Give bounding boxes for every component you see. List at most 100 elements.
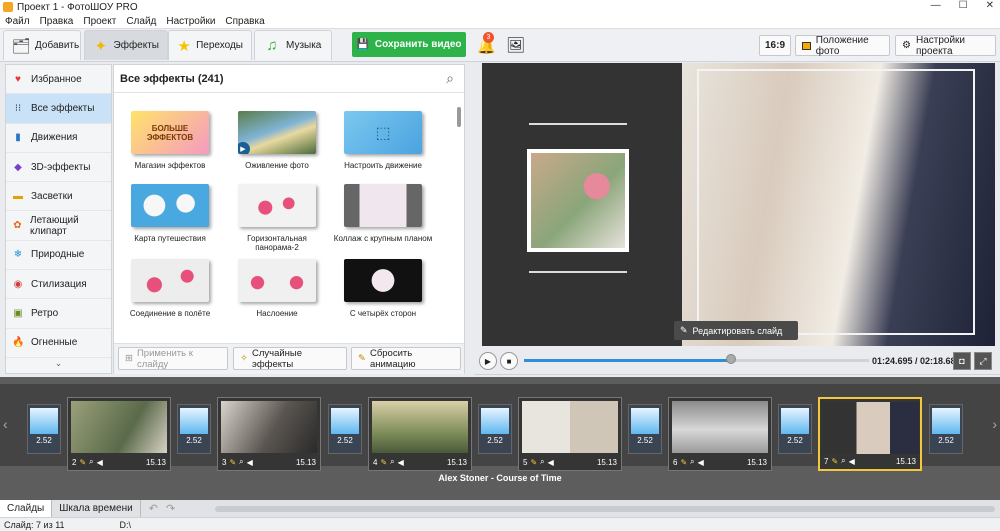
effect-card-four-sides[interactable]: С четырёх сторон [333,259,433,318]
menu-file[interactable]: Файл [0,16,35,27]
edit-icon[interactable]: ✎ [79,458,86,467]
slide-counter: Слайд: 7 из 11 [4,519,65,530]
scroll-left-icon[interactable]: ‹ [3,416,8,432]
random-effects-button[interactable]: ✧ Случайные эффекты [233,347,347,370]
apply-icon: ⊞ [125,353,133,364]
sound-icon[interactable]: ◀ [398,458,404,467]
slide-tile[interactable]: 3 ✎ ⌕ ◀ 15.13 [217,397,321,471]
menu-settings[interactable]: Настройки [161,16,220,27]
menu-project[interactable]: Проект [78,16,121,27]
redo-icon[interactable]: ↷ [166,502,175,515]
slide-tile[interactable]: 4 ✎ ⌕ ◀ 15.13 [368,397,472,471]
edit-icon[interactable]: ✎ [530,458,537,467]
undo-icon[interactable]: ↶ [149,502,158,515]
zoom-icon[interactable]: ⌕ [239,457,243,467]
effect-card-animate[interactable]: ▶ Оживление фото [227,111,327,170]
effects-header: Все эффекты (241) [114,65,464,93]
transition-tile[interactable]: 2.52 [478,404,512,454]
transition-tile[interactable]: 2.52 [628,404,662,454]
chevron-down-icon[interactable]: ⌄ [6,358,111,369]
scroll-right-icon[interactable]: › [992,416,997,432]
progress-handle[interactable] [726,354,736,364]
tab-add[interactable]: 🗂 Добавить [3,30,81,60]
sound-icon[interactable]: ◀ [97,458,103,467]
effect-card-panorama[interactable]: Горизонтальная панорама-2 [227,184,327,252]
add-photos-icon: 🗂 [11,37,31,55]
effects-scrollbar[interactable] [457,107,461,127]
reset-animation-button[interactable]: ✎ Сбросить анимацию [351,347,461,370]
sidebar-item-nature[interactable]: ❄ Природные [6,241,111,271]
transition-tile[interactable]: 2.52 [778,404,812,454]
tab-transitions[interactable]: ★ Переходы [168,30,252,60]
tab-slides[interactable]: Слайды [0,500,53,517]
tab-music[interactable]: ♫ Музыка [254,30,332,60]
transition-tile[interactable]: 2.52 [27,404,61,454]
effects-actions: ⊞ Применить к слайду ✧ Случайные эффекты… [114,343,464,374]
gallery-icon[interactable]: 🖼 [506,36,525,54]
menu-edit[interactable]: Правка [35,16,79,27]
play-button[interactable]: ▶ [479,352,497,370]
sound-icon[interactable]: ◀ [698,458,704,467]
project-settings-button[interactable]: ⚙ Настройки проекта [895,35,996,57]
transition-tile[interactable]: 2.52 [328,404,362,454]
edit-slide-button[interactable]: ✎ Редактировать слайд [674,321,798,340]
minimize-icon[interactable]: — [931,0,941,11]
tab-timeline[interactable]: Шкала времени [52,500,141,517]
save-video-button[interactable]: 💾 Сохранить видео [352,32,466,57]
edit-icon[interactable]: ✎ [831,457,838,466]
maximize-icon[interactable]: ☐ [959,0,968,11]
slide-thumbnail [372,401,468,453]
sidebar-item-stylization[interactable]: ◉ Стилизация [6,270,111,300]
menu-help[interactable]: Справка [220,16,269,27]
close-icon[interactable]: ✕ [986,0,994,11]
zoom-icon[interactable]: ⌕ [841,456,845,466]
effect-card-travel-map[interactable]: Карта путешествия [120,184,220,243]
sidebar-item-all-effects[interactable]: ⁝⁝ Все эффекты [6,94,111,124]
tab-effects[interactable]: ✦ Эффекты [84,30,168,60]
zoom-icon[interactable]: ⌕ [690,457,694,467]
photo-position-button[interactable]: Положение фото [795,35,890,57]
slide-thumbnail [71,401,167,453]
sidebar-item-motion[interactable]: ▮ Движения [6,124,111,153]
bottom-tabs: Слайды Шкала времени ↶ ↷ [0,500,1000,517]
zoom-icon[interactable]: ⌕ [540,457,544,467]
edit-icon[interactable]: ✎ [380,458,387,467]
notifications-button[interactable]: 🔔 3 [477,32,496,55]
music-track[interactable]: Alex Stoner - Course of Time [0,473,1000,491]
effect-card-store[interactable]: БОЛЬШЕ ЭФФЕКТОВ Магазин эффектов [120,111,220,170]
effect-card-flight[interactable]: Соединение в полёте [120,259,220,318]
apply-to-slide-button[interactable]: ⊞ Применить к слайду [118,347,228,370]
slide-tile[interactable]: 5 ✎ ⌕ ◀ 15.13 [518,397,622,471]
sidebar-item-retro[interactable]: ▣ Ретро [6,299,111,329]
slide-tile[interactable]: 2 ✎ ⌕ ◀ 15.13 [67,397,171,471]
slide-tile-selected[interactable]: 7 ✎ ⌕ ◀ 15.13 [818,397,922,471]
transition-tile[interactable]: 2.52 [929,404,963,454]
snapshot-icon[interactable]: ◘ [953,352,971,370]
transition-tile[interactable]: 2.52 [177,404,211,454]
effect-card-collage[interactable]: Коллаж с крупным планом [333,184,433,243]
sound-icon[interactable]: ◀ [548,458,554,467]
timeline-scrollbar[interactable] [215,505,996,512]
sidebar-item-3d[interactable]: ◆ 3D-эффекты [6,153,111,183]
effect-card-custom-motion[interactable]: ⬚ Настроить движение [333,111,433,170]
sound-icon[interactable]: ◀ [247,458,253,467]
sidebar-item-clipart[interactable]: ✿ Летающий клипарт [6,211,111,241]
fullscreen-icon[interactable]: ⤢ [974,352,992,370]
stop-button[interactable]: ■ [500,352,518,370]
zoom-icon[interactable]: ⌕ [390,457,394,467]
slide-tile[interactable]: 6 ✎ ⌕ ◀ 15.13 [668,397,772,471]
aspect-ratio-button[interactable]: 16:9 [759,35,791,56]
edit-icon[interactable]: ✎ [229,458,236,467]
zoom-icon[interactable]: ⌕ [89,457,93,467]
snowflake-icon: ❄ [13,249,23,261]
sound-icon[interactable]: ◀ [849,457,855,466]
notification-badge: 3 [483,32,494,43]
sidebar-item-light[interactable]: ▬ Засветки [6,182,111,212]
sidebar-item-favorites[interactable]: ♥ Избранное [6,65,111,95]
sidebar-item-fire[interactable]: 🔥 Огненные [6,329,111,358]
menu-slide[interactable]: Слайд [121,16,161,27]
edit-icon[interactable]: ✎ [680,458,687,467]
effect-card-layering[interactable]: Наслоение [227,259,327,318]
playback-progress[interactable] [524,359,869,362]
search-icon[interactable]: ⌕ [446,70,454,87]
